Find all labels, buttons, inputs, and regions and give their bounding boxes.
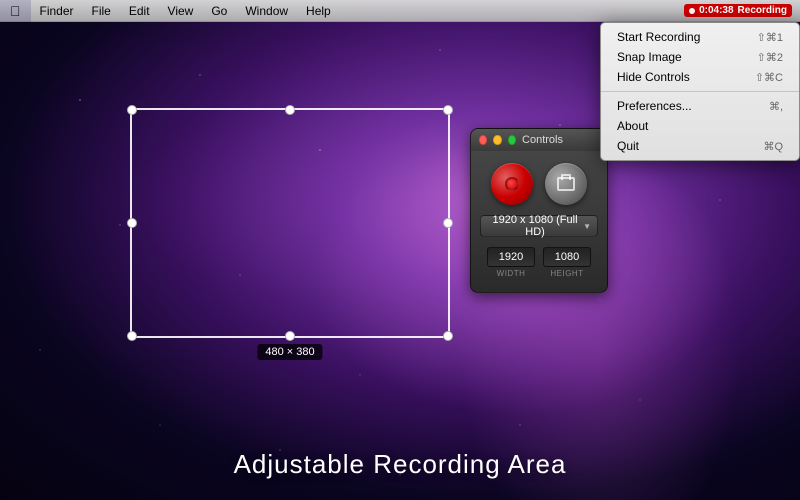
handle-bottom-left[interactable]	[127, 331, 137, 341]
menu-separator-1	[601, 91, 799, 92]
bottom-text: Adjustable Recording Area	[0, 449, 800, 480]
recording-label: Recording	[738, 5, 787, 16]
controls-panel: Controls 1920 x 1080 (Full HD) ▼ 1920 WI…	[470, 128, 608, 293]
size-label: 480 × 380	[257, 344, 322, 360]
recording-time: 0:04:38	[699, 5, 733, 16]
record-button[interactable]	[491, 163, 533, 205]
camera-icon	[557, 177, 575, 191]
resolution-value: 1920 x 1080 (Full HD)	[487, 214, 583, 238]
width-input[interactable]: 1920	[487, 247, 535, 267]
width-label: WIDTH	[497, 269, 526, 278]
snap-button[interactable]	[545, 163, 587, 205]
recording-badge[interactable]: 0:04:38 Recording	[684, 4, 792, 17]
menu-about-label: About	[617, 119, 648, 133]
menu-hide-controls-shortcut: ⇧⌘C	[755, 71, 783, 84]
menu-quit[interactable]: Quit ⌘Q	[601, 136, 799, 156]
menu-preferences-label: Preferences...	[617, 99, 692, 113]
menu-snap-image-label: Snap Image	[617, 50, 682, 64]
menu-snap-image[interactable]: Snap Image ⇧⌘2	[601, 47, 799, 67]
dropdown-arrow-icon: ▼	[583, 222, 591, 231]
height-input[interactable]: 1080	[543, 247, 591, 267]
menu-help[interactable]: Help	[297, 0, 340, 22]
menubar-left:  Finder File Edit View Go Window Help	[0, 0, 684, 22]
menu-edit[interactable]: Edit	[120, 0, 159, 22]
record-icon	[505, 177, 519, 191]
menu-start-recording-label: Start Recording	[617, 30, 700, 44]
dropdown-menu: Start Recording ⇧⌘1 Snap Image ⇧⌘2 Hide …	[600, 22, 800, 161]
controls-body: 1920 x 1080 (Full HD) ▼ 1920 WIDTH 1080 …	[471, 151, 607, 278]
menu-preferences[interactable]: Preferences... ⌘,	[601, 96, 799, 116]
menu-hide-controls-label: Hide Controls	[617, 70, 690, 84]
menu-quit-label: Quit	[617, 139, 639, 153]
menu-view[interactable]: View	[159, 0, 203, 22]
menu-window[interactable]: Window	[236, 0, 297, 22]
menu-snap-image-shortcut: ⇧⌘2	[757, 51, 783, 64]
menubar:  Finder File Edit View Go Window Help 0…	[0, 0, 800, 22]
controls-titlebar: Controls	[471, 129, 607, 151]
menu-file[interactable]: File	[83, 0, 120, 22]
handle-top-left[interactable]	[127, 105, 137, 115]
height-box: 1080 HEIGHT	[543, 247, 591, 278]
menu-go[interactable]: Go	[202, 0, 236, 22]
controls-title: Controls	[522, 134, 563, 146]
maximize-button[interactable]	[508, 135, 516, 145]
handle-middle-right[interactable]	[443, 218, 453, 228]
handle-bottom-right[interactable]	[443, 331, 453, 341]
handle-middle-left[interactable]	[127, 218, 137, 228]
recording-dot-icon	[689, 8, 695, 14]
width-box: 1920 WIDTH	[487, 247, 535, 278]
menubar-right: 0:04:38 Recording	[684, 4, 800, 17]
handle-top-right[interactable]	[443, 105, 453, 115]
minimize-button[interactable]	[493, 135, 501, 145]
menu-preferences-shortcut: ⌘,	[769, 100, 783, 113]
menu-about[interactable]: About	[601, 116, 799, 136]
close-button[interactable]	[479, 135, 487, 145]
handle-bottom-middle[interactable]	[285, 331, 295, 341]
record-buttons	[491, 163, 587, 205]
height-label: HEIGHT	[550, 269, 583, 278]
recording-area[interactable]: 480 × 380	[130, 108, 450, 338]
handle-top-middle[interactable]	[285, 105, 295, 115]
apple-menu[interactable]: 	[0, 0, 31, 22]
desktop:  Finder File Edit View Go Window Help 0…	[0, 0, 800, 500]
dimensions-row: 1920 WIDTH 1080 HEIGHT	[487, 247, 591, 278]
menu-hide-controls[interactable]: Hide Controls ⇧⌘C	[601, 67, 799, 87]
menu-quit-shortcut: ⌘Q	[763, 140, 783, 153]
menu-finder[interactable]: Finder	[31, 0, 83, 22]
resolution-dropdown[interactable]: 1920 x 1080 (Full HD) ▼	[480, 215, 598, 237]
menu-start-recording-shortcut: ⇧⌘1	[757, 31, 783, 44]
menu-start-recording[interactable]: Start Recording ⇧⌘1	[601, 27, 799, 47]
